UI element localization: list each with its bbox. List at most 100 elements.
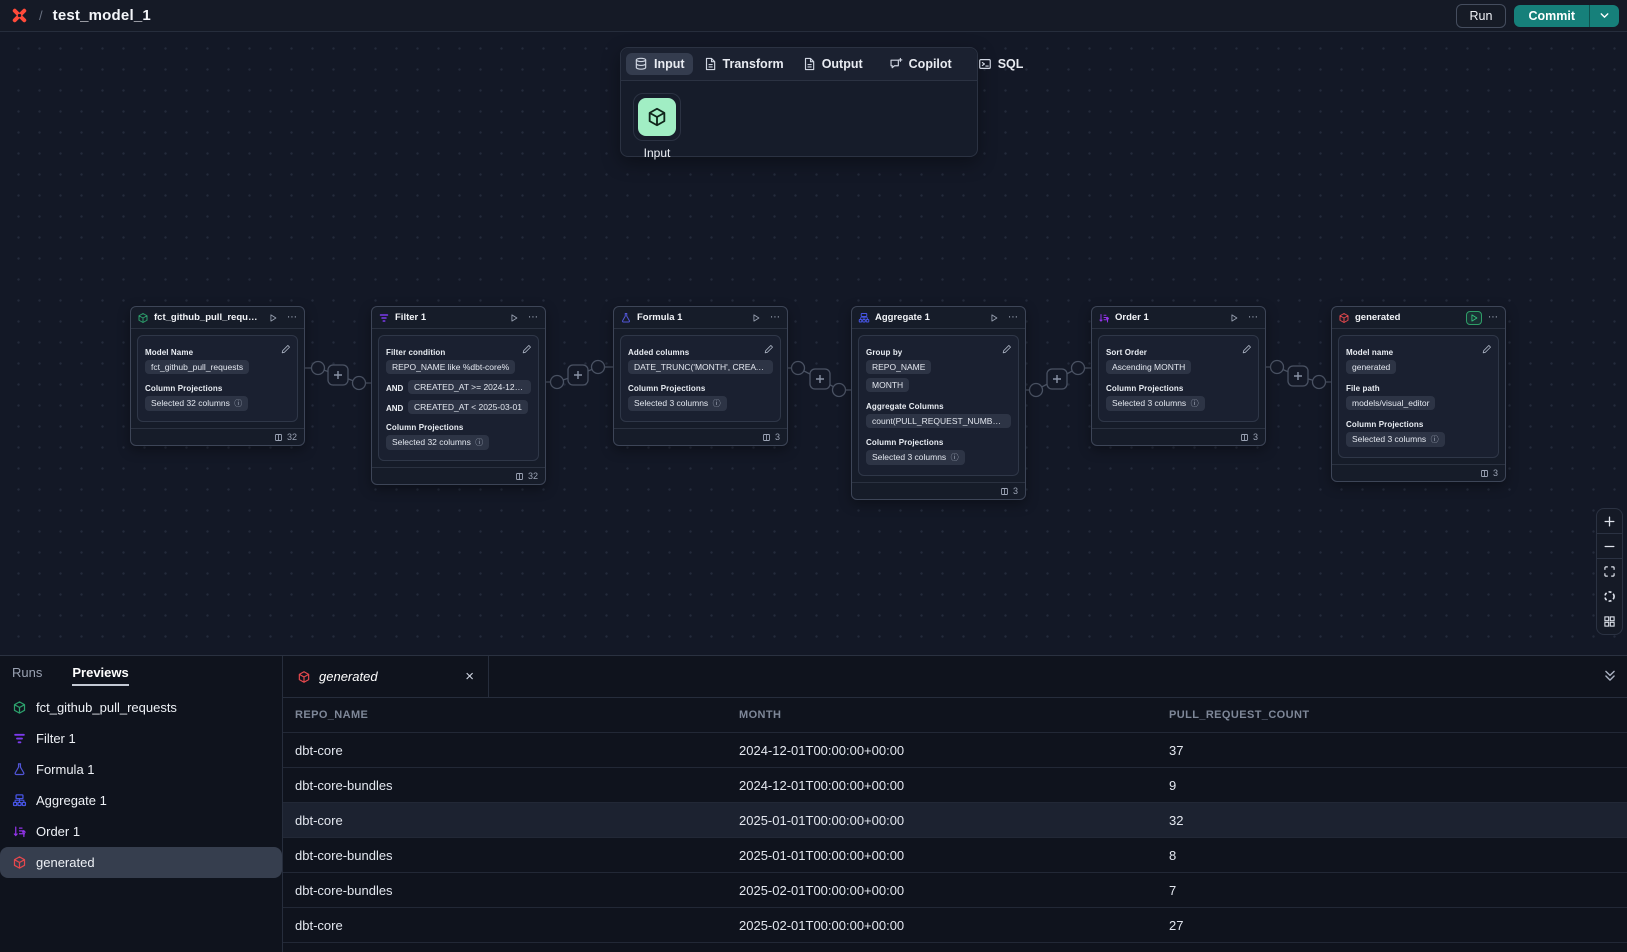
tab-previews[interactable]: Previews [72,665,128,686]
sidebar-item-generated[interactable]: generated [0,847,282,878]
tab-sql[interactable]: SQL [970,53,1032,75]
commit-dropdown-button[interactable] [1589,5,1619,27]
run-node-button[interactable] [986,311,1002,325]
edge-port[interactable] [792,362,805,375]
table-row[interactable]: dbt-core-bundles 2025-02-01T00:00:00+00:… [283,873,1627,908]
value-pill[interactable]: DATE_TRUNC('MONTH', CREATED_AT... [628,360,773,374]
columns-pill[interactable]: Selected 3 columns ⓘ [1106,396,1205,411]
condition-pill[interactable]: CREATED_AT >= 2024-12-01 [408,380,531,394]
formula-flask-icon [620,312,632,324]
field-label: Column Projections [628,384,773,393]
sidebar-item-aggregate-1[interactable]: Aggregate 1 [0,785,282,816]
node-fct-github-pull-requests[interactable]: fct_github_pull_requests ⋯ Model Name fc… [130,306,305,446]
run-node-button[interactable] [265,311,281,325]
node-order-1[interactable]: Order 1 ⋯ Sort Order Ascending MONTH Col… [1091,306,1266,446]
node-palette: Input Transform Output Copilot [620,47,978,157]
node-menu-button[interactable]: ⋯ [769,314,781,322]
topbar: / test_model_1 Run Commit [0,0,1627,32]
run-node-button[interactable] [506,311,522,325]
palette-tabs: Input Transform Output Copilot [621,48,977,81]
columns-pill[interactable]: Selected 3 columns ⓘ [866,450,965,465]
condition-pill[interactable]: REPO_NAME like %dbt-core% [386,360,515,374]
columns-pill[interactable]: Selected 32 columns ⓘ [386,435,489,450]
tab-output[interactable]: Output [794,53,871,75]
info-icon: ⓘ [1191,399,1199,408]
edit-icon[interactable] [1242,341,1252,359]
value-pill[interactable]: generated [1346,360,1396,374]
run-node-button[interactable] [748,311,764,325]
topbar-actions: Run Commit [1456,4,1619,28]
node-menu-button[interactable]: ⋯ [1487,314,1499,322]
preview-tab-generated[interactable]: generated × [283,656,489,697]
table-row[interactable]: dbt-core-bundles 2024-12-01T00:00:00+00:… [283,768,1627,803]
run-button[interactable]: Run [1456,4,1507,28]
sidebar-item-formula-1[interactable]: Formula 1 [0,754,282,785]
node-filter-1[interactable]: Filter 1 ⋯ Filter condition REPO_NAME li… [371,306,546,485]
columns-pill[interactable]: Selected 3 columns ⓘ [1346,432,1445,447]
node-menu-button[interactable]: ⋯ [1247,314,1259,322]
table-row[interactable]: dbt-core 2024-12-01T00:00:00+00:00 37 [283,733,1627,768]
table-row[interactable]: dbt-core-bundles 2025-01-01T00:00:00+00:… [283,838,1627,873]
node-formula-1[interactable]: Formula 1 ⋯ Added columns DATE_TRUNC('MO… [613,306,788,446]
edge-port[interactable] [592,361,605,374]
palette-input-item[interactable]: Input [632,93,682,160]
tab-input[interactable]: Input [626,53,693,75]
sidebar-item-filter-1[interactable]: Filter 1 [0,723,282,754]
sort-pill[interactable]: Ascending MONTH [1106,360,1191,374]
edge-port[interactable] [551,376,564,389]
filepath-pill[interactable]: models/visual_editor [1346,396,1435,410]
edit-icon[interactable] [1002,341,1012,359]
node-menu-button[interactable]: ⋯ [527,314,539,322]
sidebar-item-fct-github-pull-requests[interactable]: fct_github_pull_requests [0,692,282,723]
field-label: Group by [866,348,1011,357]
layout-grid-button[interactable] [1597,609,1622,634]
node-aggregate-1[interactable]: Aggregate 1 ⋯ Group by REPO_NAME MONTH A… [851,306,1026,500]
edit-icon[interactable] [1482,341,1492,359]
tab-transform[interactable]: Transform [695,53,792,75]
edge-port[interactable] [1030,384,1043,397]
edge-port[interactable] [353,377,366,390]
node-generated[interactable]: generated ⋯ Model name generated File pa… [1331,306,1506,482]
commit-button[interactable]: Commit [1514,5,1589,27]
cell-count: 8 [1169,848,1627,863]
run-node-button[interactable] [1466,311,1482,325]
groupby-pill[interactable]: REPO_NAME [866,360,931,374]
field-label: Added columns [628,348,773,357]
column-header-repo-name[interactable]: REPO_NAME [295,709,739,721]
zoom-out-button[interactable] [1597,534,1622,559]
condition-pill[interactable]: CREATED_AT < 2025-03-01 [408,400,528,414]
columns-pill[interactable]: Selected 3 columns ⓘ [628,396,727,411]
field-label: Column Projections [386,423,531,432]
column-header-month[interactable]: MONTH [739,709,1169,721]
locate-button[interactable] [1597,584,1622,609]
tab-runs[interactable]: Runs [12,665,42,686]
node-menu-button[interactable]: ⋯ [286,314,298,322]
dbt-logo-icon[interactable] [10,6,29,25]
table-row[interactable]: dbt-core 2025-02-01T00:00:00+00:00 27 [283,908,1627,943]
node-menu-button[interactable]: ⋯ [1007,314,1019,322]
tab-copilot[interactable]: Copilot [881,53,960,75]
groupby-pill[interactable]: MONTH [866,378,909,392]
table-row[interactable]: dbt-core 2025-01-01T00:00:00+00:00 32 [283,803,1627,838]
canvas[interactable]: Input Transform Output Copilot [0,32,1627,655]
zoom-in-button[interactable] [1597,509,1622,534]
edit-icon[interactable] [281,341,291,359]
edit-icon[interactable] [522,341,532,359]
columns-pill[interactable]: Selected 32 columns ⓘ [145,396,248,411]
aggregate-pill[interactable]: count(PULL_REQUEST_NUMBER) as ... [866,414,1011,428]
value-pill[interactable]: fct_github_pull_requests [145,360,249,374]
aggregate-icon [858,312,870,324]
close-icon[interactable]: × [461,668,478,685]
sidebar-item-order-1[interactable]: Order 1 [0,816,282,847]
edit-icon[interactable] [764,341,774,359]
edge-port[interactable] [1271,361,1284,374]
edge-port[interactable] [312,362,325,375]
edge-port[interactable] [1072,362,1085,375]
run-node-button[interactable] [1226,311,1242,325]
column-header-pull-request-count[interactable]: PULL_REQUEST_COUNT [1169,709,1627,721]
edge-port[interactable] [833,384,846,397]
play-icon [989,313,999,323]
fit-view-button[interactable] [1597,559,1622,584]
collapse-panel-button[interactable] [1603,668,1617,689]
edge-port[interactable] [1313,376,1326,389]
